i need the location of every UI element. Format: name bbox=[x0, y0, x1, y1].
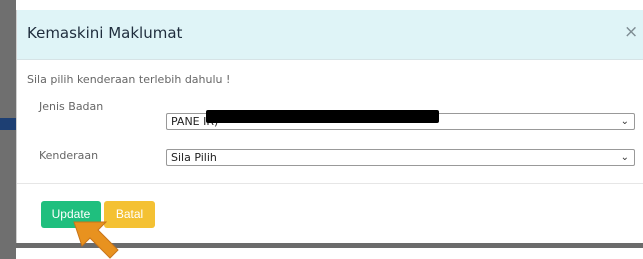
chevron-down-icon: ⌄ bbox=[620, 152, 629, 163]
modal-header: Kemaskini Maklumat × bbox=[17, 10, 643, 60]
close-icon[interactable]: × bbox=[624, 22, 638, 42]
mouse-pointer-icon bbox=[73, 221, 119, 259]
chevron-down-icon: ⌄ bbox=[620, 116, 629, 127]
background-element bbox=[0, 118, 16, 130]
jenis-badan-label: Jenis Badan bbox=[39, 100, 104, 113]
modal-title: Kemaskini Maklumat bbox=[27, 24, 183, 42]
kenderaan-label: Kenderaan bbox=[39, 149, 99, 162]
kenderaan-value: Sila Pilih bbox=[171, 151, 217, 164]
notice-text: Sila pilih kenderaan terlebih dahulu ! bbox=[27, 73, 231, 86]
modal-footer-divider bbox=[17, 183, 643, 184]
kenderaan-select[interactable]: Sila Pilih ⌄ bbox=[166, 149, 635, 166]
redaction-block bbox=[206, 110, 439, 123]
update-modal: Kemaskini Maklumat × Sila pilih kenderaa… bbox=[16, 10, 643, 243]
